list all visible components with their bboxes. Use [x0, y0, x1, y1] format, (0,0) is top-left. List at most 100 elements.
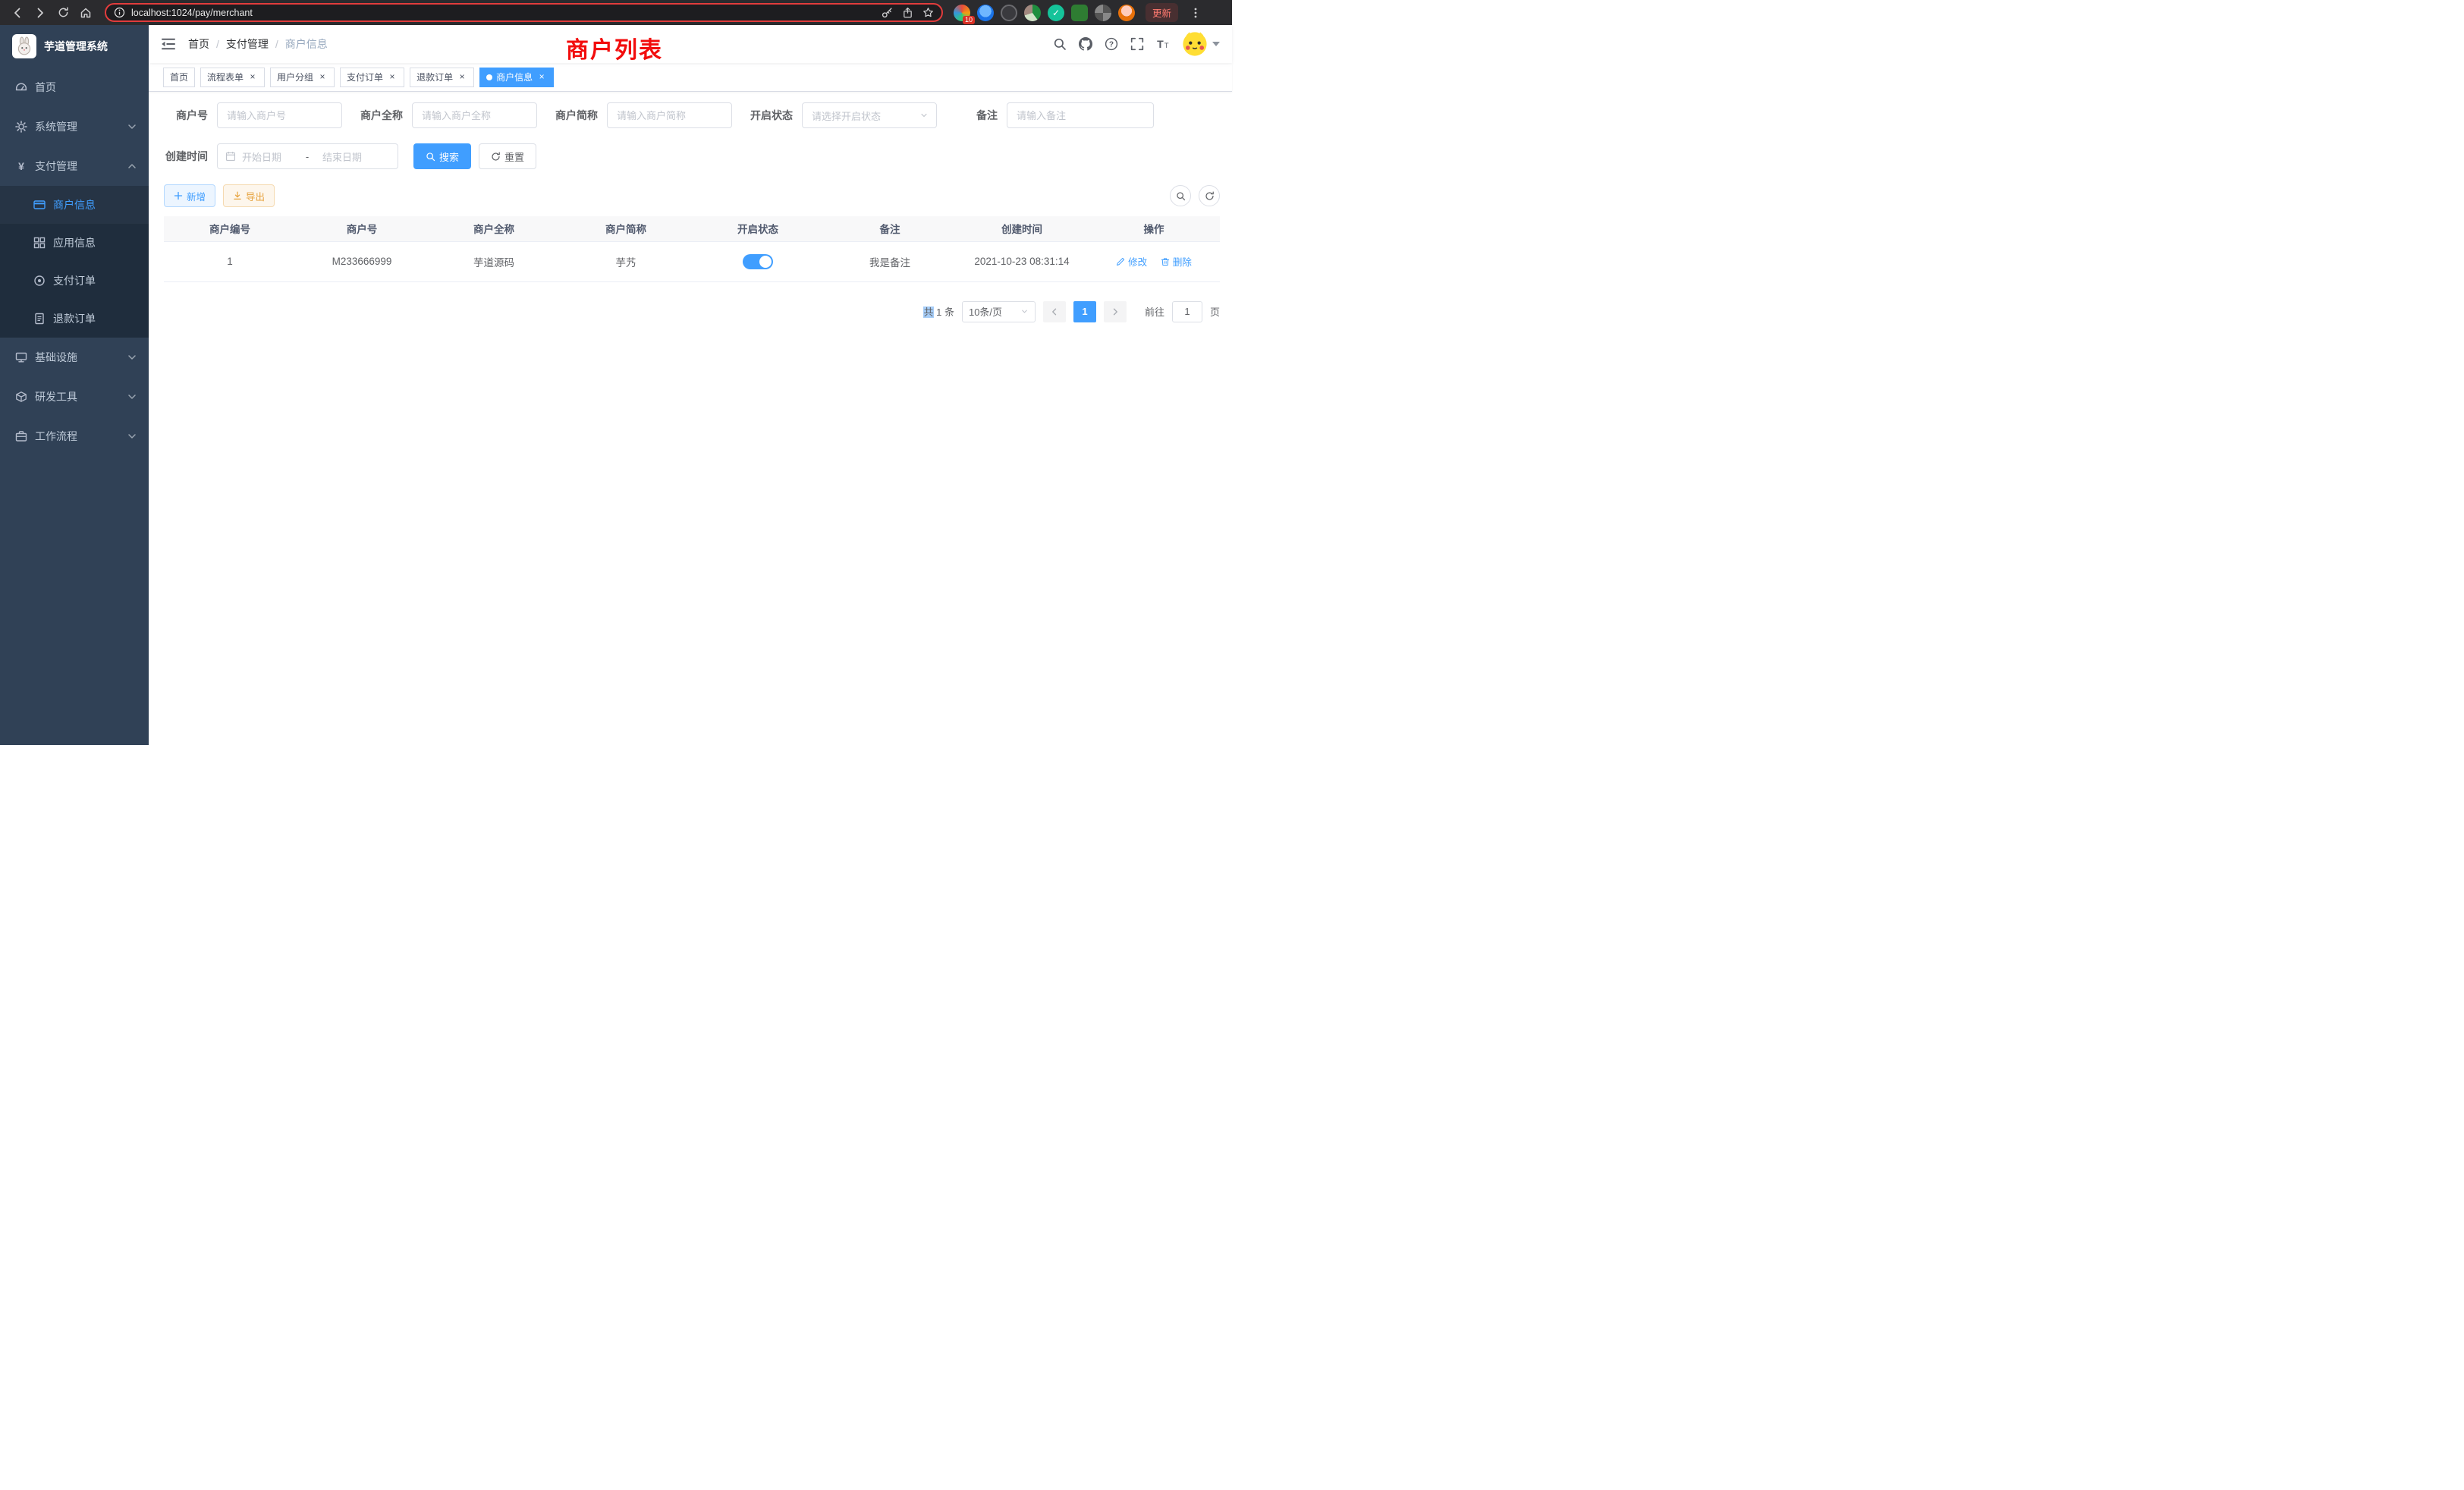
app-title: 芋道管理系统 — [44, 39, 108, 54]
chevron-down-icon — [1212, 42, 1220, 46]
tab-home[interactable]: 首页 — [163, 68, 195, 87]
help-icon[interactable] — [1105, 37, 1118, 51]
url-text[interactable]: localhost:1024/pay/merchant — [131, 8, 875, 18]
sidebar-item-workflow[interactable]: 工作流程 — [0, 417, 149, 456]
cell-remark: 我是备注 — [824, 241, 956, 281]
cell-create-time: 2021-10-23 08:31:14 — [956, 241, 1088, 281]
user-avatar — [1182, 31, 1208, 57]
extension-icon-5[interactable]: ✓ — [1048, 5, 1064, 21]
sidebar-item-refund-orders[interactable]: 退款订单 — [0, 300, 149, 338]
remark-label: 备注 — [954, 108, 1007, 123]
toggle-search-button[interactable] — [1170, 185, 1191, 206]
export-button[interactable]: 导出 — [223, 184, 275, 207]
next-page-button[interactable] — [1104, 301, 1127, 322]
grid-icon — [33, 237, 46, 249]
status-label: 开启状态 — [749, 108, 802, 123]
extension-icon-2[interactable] — [977, 5, 994, 21]
extension-icon-3[interactable] — [1001, 5, 1017, 21]
merchant-no-input[interactable] — [217, 102, 342, 128]
tab-user-group[interactable]: 用户分组× — [270, 68, 335, 87]
address-bar[interactable]: localhost:1024/pay/merchant — [105, 3, 943, 22]
extension-icon-7[interactable] — [1095, 5, 1111, 21]
edit-link[interactable]: 修改 — [1116, 254, 1147, 269]
github-icon[interactable] — [1079, 37, 1092, 51]
sidebar-collapse-icon[interactable] — [161, 36, 176, 52]
refresh-icon — [1205, 191, 1215, 201]
extension-icon-4[interactable] — [1024, 5, 1041, 21]
sidebar-item-payment[interactable]: ¥ 支付管理 — [0, 146, 149, 186]
close-icon[interactable]: × — [457, 72, 467, 83]
reset-button[interactable]: 重置 — [479, 143, 536, 169]
cell-short-name: 芋艿 — [560, 241, 692, 281]
browser-back-button[interactable] — [8, 3, 27, 23]
tab-pay-orders[interactable]: 支付订单× — [340, 68, 404, 87]
search-icon — [1176, 191, 1186, 201]
app-logo[interactable]: 芋道管理系统 — [0, 25, 149, 68]
sidebar: 芋道管理系统 首页 系统管理 ¥ 支付管理 商户信息 应用信息 — [0, 25, 149, 745]
site-info-icon[interactable] — [114, 7, 125, 18]
chevron-down-icon — [126, 351, 138, 363]
refresh-table-button[interactable] — [1199, 185, 1220, 206]
search-icon — [426, 152, 435, 162]
share-icon[interactable] — [902, 7, 913, 18]
close-icon[interactable]: × — [317, 72, 328, 83]
page-number-1[interactable]: 1 — [1073, 301, 1096, 322]
navbar-actions — [1053, 31, 1220, 57]
chevron-down-icon — [1020, 307, 1029, 316]
prev-page-button[interactable] — [1043, 301, 1066, 322]
col-merchant-id: 商户编号 — [164, 216, 296, 241]
col-actions: 操作 — [1088, 216, 1220, 241]
col-status: 开启状态 — [692, 216, 824, 241]
sidebar-item-dev-tools[interactable]: 研发工具 — [0, 377, 149, 417]
create-time-range-picker[interactable]: 开始日期 - 结束日期 — [217, 143, 398, 169]
breadcrumb-payment[interactable]: 支付管理 — [226, 36, 269, 52]
table-toolbar: 新增 导出 — [164, 184, 1220, 207]
search-button[interactable]: 搜索 — [413, 143, 471, 169]
fullscreen-icon[interactable] — [1130, 37, 1144, 51]
browser-home-button[interactable] — [76, 3, 96, 23]
goto-label: 前往 — [1145, 304, 1164, 319]
short-name-input[interactable] — [607, 102, 732, 128]
profile-avatar-icon[interactable] — [1118, 5, 1135, 21]
active-dot — [486, 74, 492, 80]
remark-input[interactable] — [1007, 102, 1154, 128]
tab-process-form[interactable]: 流程表单× — [200, 68, 265, 87]
chevron-right-icon — [1111, 307, 1120, 316]
browser-menu-button[interactable] — [1186, 3, 1205, 23]
delete-link[interactable]: 删除 — [1161, 254, 1192, 269]
status-select[interactable]: 请选择开启状态 — [802, 102, 937, 128]
chevron-down-icon — [919, 111, 929, 120]
extension-icon-6[interactable] — [1071, 5, 1088, 21]
sidebar-item-pay-orders[interactable]: 支付订单 — [0, 262, 149, 300]
full-name-input[interactable] — [412, 102, 537, 128]
trash-icon — [1161, 257, 1170, 266]
font-size-icon[interactable] — [1156, 37, 1170, 51]
add-button[interactable]: 新增 — [164, 184, 215, 207]
extension-icon-1[interactable]: 10 — [954, 5, 970, 21]
tab-refund-orders[interactable]: 退款订单× — [410, 68, 474, 87]
goto-page-input[interactable] — [1172, 301, 1202, 322]
status-toggle[interactable] — [743, 254, 773, 269]
close-icon[interactable]: × — [536, 72, 547, 83]
sidebar-item-app-info[interactable]: 应用信息 — [0, 224, 149, 262]
briefcase-icon — [15, 430, 27, 442]
page-size-select[interactable]: 10条/页 — [962, 301, 1036, 322]
close-icon[interactable]: × — [387, 72, 398, 83]
browser-update-button[interactable]: 更新 — [1146, 3, 1178, 22]
user-menu[interactable] — [1182, 31, 1220, 57]
sidebar-item-home[interactable]: 首页 — [0, 68, 149, 107]
breadcrumb-home[interactable]: 首页 — [188, 36, 209, 52]
browser-reload-button[interactable] — [53, 3, 73, 23]
password-key-icon[interactable] — [882, 7, 893, 18]
chevron-left-icon — [1050, 307, 1059, 316]
col-remark: 备注 — [824, 216, 956, 241]
sidebar-item-infrastructure[interactable]: 基础设施 — [0, 338, 149, 377]
browser-forward-button[interactable] — [30, 3, 50, 23]
gear-icon — [15, 121, 27, 133]
search-icon[interactable] — [1053, 37, 1067, 51]
sidebar-item-merchant-info[interactable]: 商户信息 — [0, 186, 149, 224]
tab-merchant-info[interactable]: 商户信息× — [479, 68, 554, 87]
sidebar-item-system[interactable]: 系统管理 — [0, 107, 149, 146]
close-icon[interactable]: × — [247, 72, 258, 83]
bookmark-star-icon[interactable] — [922, 7, 934, 18]
